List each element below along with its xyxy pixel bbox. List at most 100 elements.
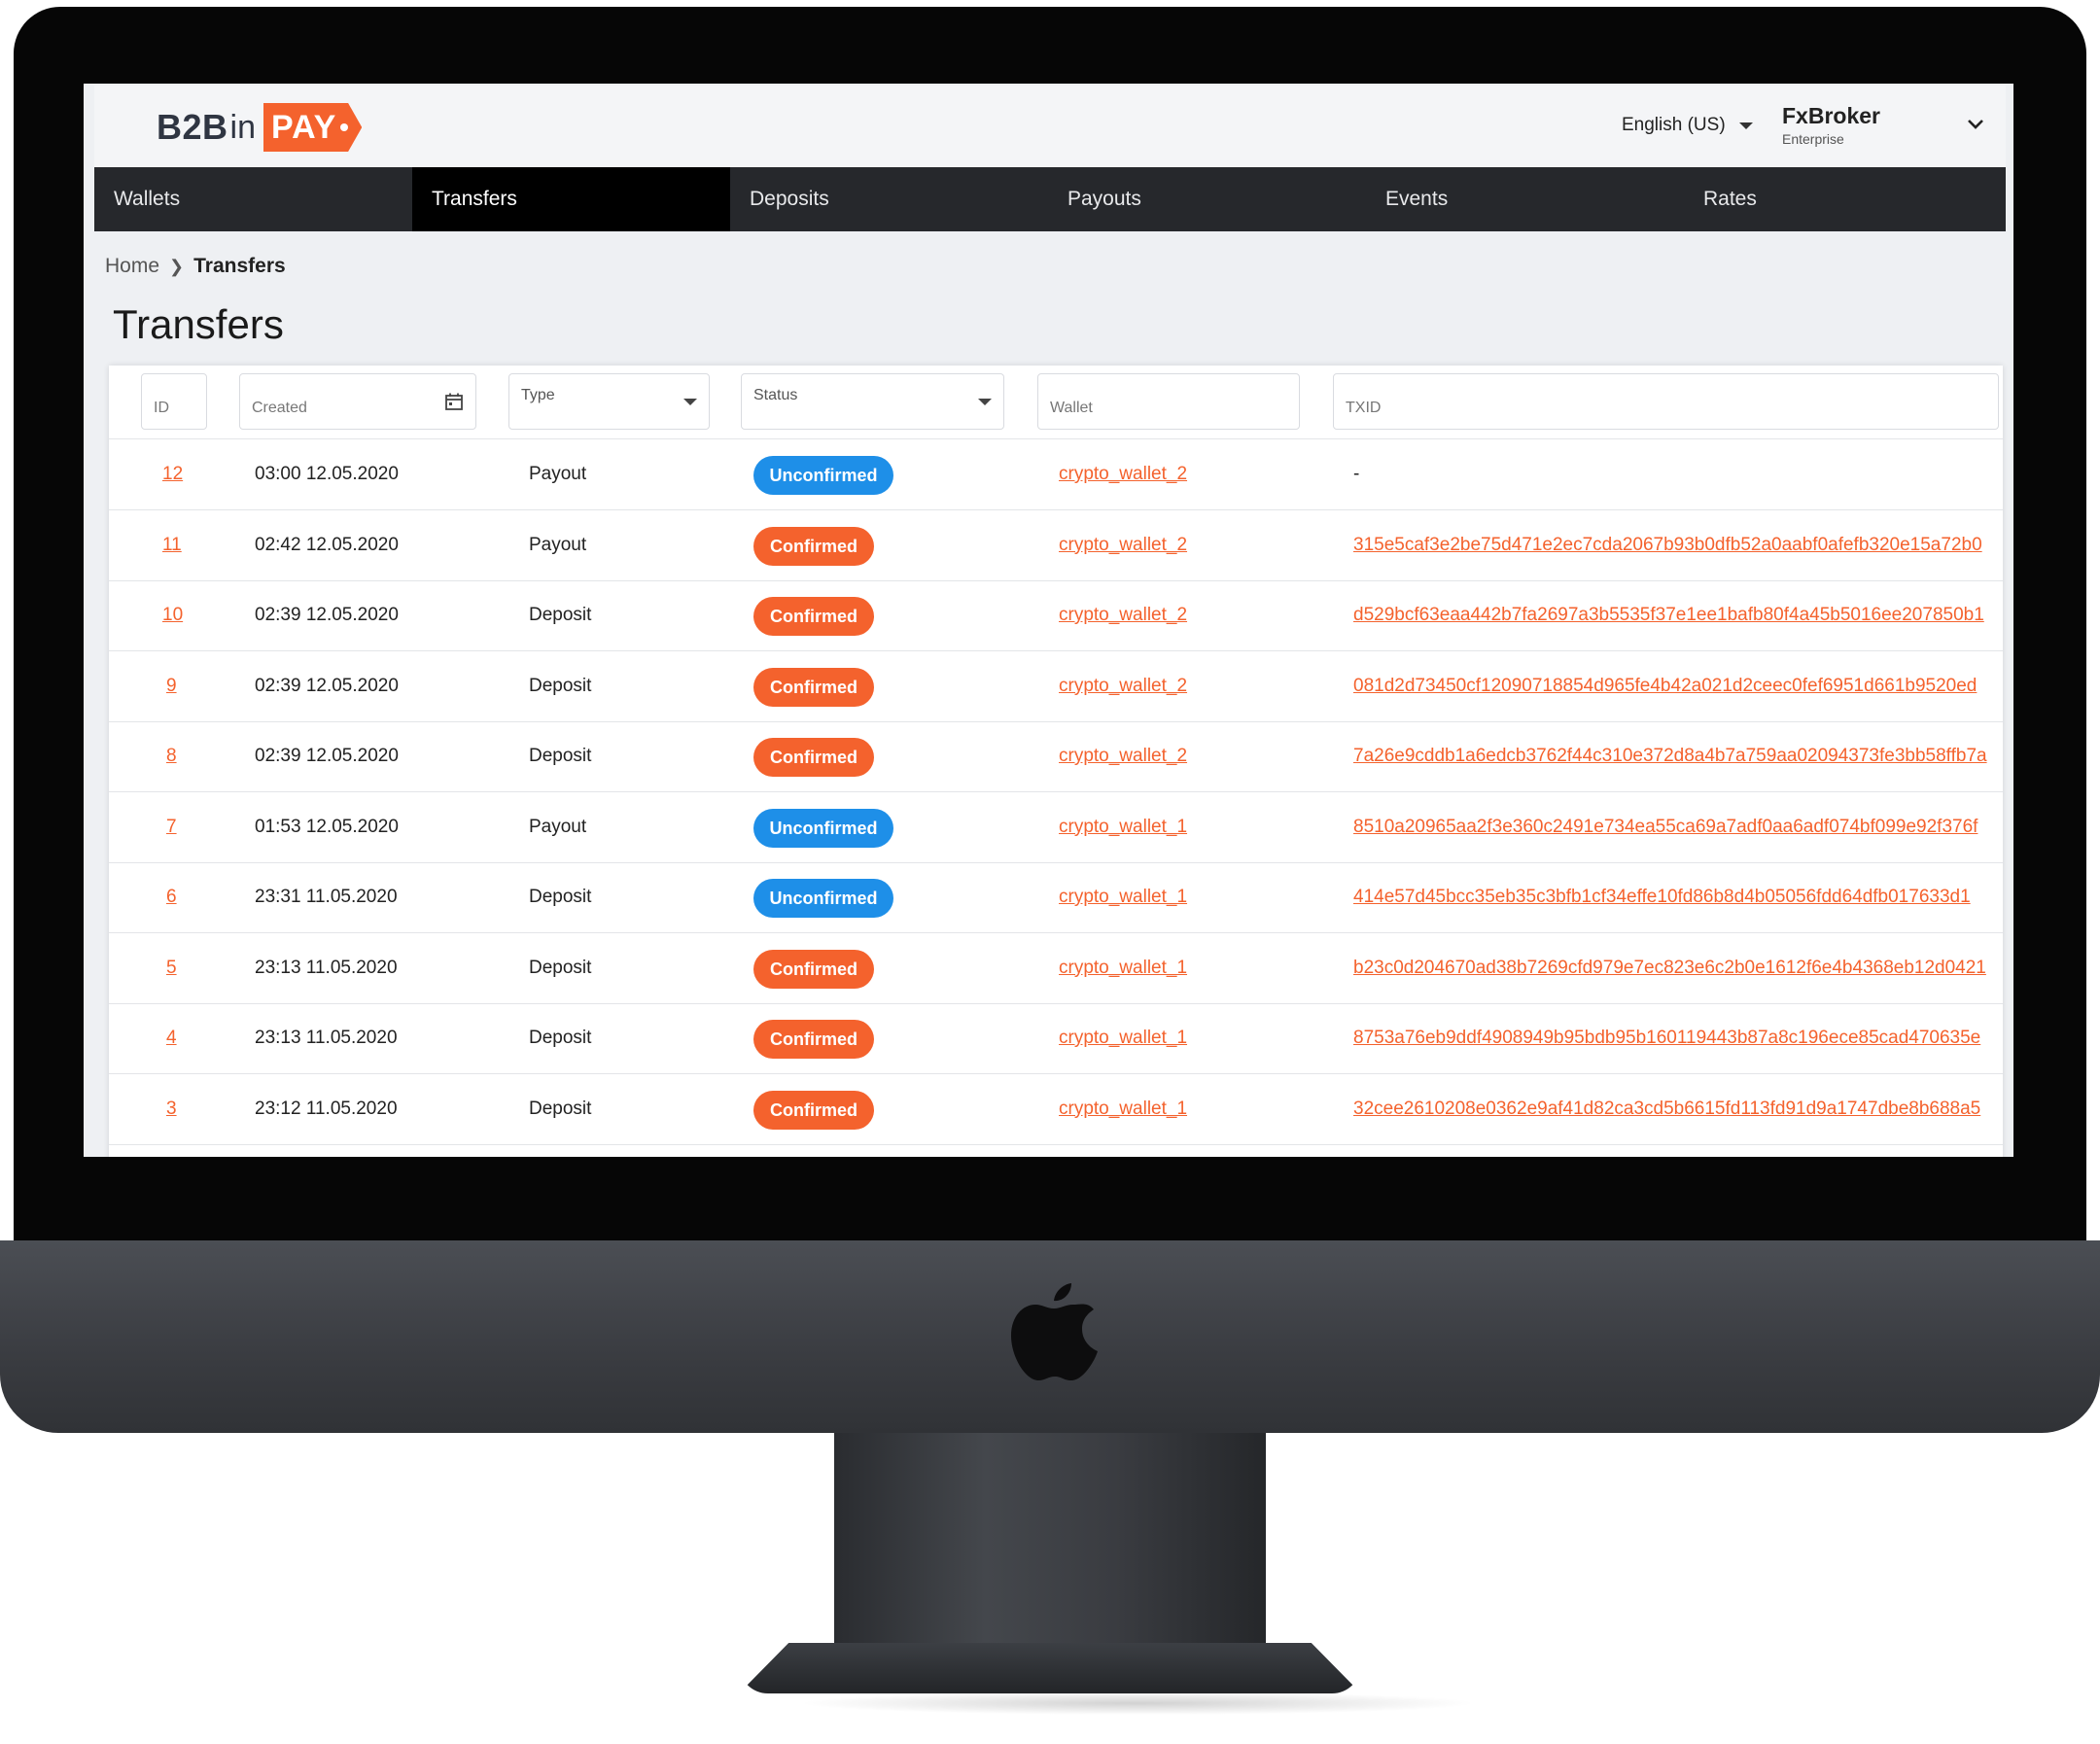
row-wallet-link[interactable]: crypto_wallet_1 bbox=[1059, 792, 1187, 862]
chevron-right-icon: ❯ bbox=[169, 256, 185, 276]
nav-payouts[interactable]: Payouts bbox=[1048, 167, 1366, 231]
status-badge: Confirmed bbox=[753, 949, 874, 989]
filter-status[interactable]: Status bbox=[741, 373, 1004, 430]
dropdown-arrow-icon bbox=[978, 398, 992, 405]
table-row: 5 23:13 11.05.2020 Deposit Confirmed crypto_… bbox=[109, 933, 2003, 1004]
row-txid[interactable]: 315e5caf3e2be75d471e2ec7cda2067b93b0dfb5… bbox=[1353, 510, 1991, 580]
nav-rates[interactable]: Rates bbox=[1684, 167, 2002, 231]
table-row: 12 03:00 12.05.2020 Payout Unconfirmed crypt… bbox=[109, 439, 2003, 510]
table-row: 8 02:39 12.05.2020 Deposit Confirmed crypto_… bbox=[109, 721, 2003, 792]
row-created: 23:13 11.05.2020 bbox=[255, 957, 398, 978]
row-txid[interactable]: d529bcf63eaa442b7fa2697a3b5535f37e1ee1ba… bbox=[1353, 580, 1991, 650]
row-created: 02:39 12.05.2020 bbox=[255, 746, 399, 766]
user-menu[interactable]: FxBroker Enterprise bbox=[1782, 103, 1880, 147]
transfers-table: ID Created Type Status Wallet TXID 12 03… bbox=[109, 366, 2003, 1157]
row-type: Deposit bbox=[529, 605, 592, 625]
breadcrumb-home[interactable]: Home bbox=[105, 255, 159, 278]
row-type: Payout bbox=[529, 816, 587, 837]
row-type: Payout bbox=[529, 464, 587, 484]
status-badge: Unconfirmed bbox=[753, 456, 893, 495]
apple-logo-icon bbox=[1011, 1283, 1098, 1380]
row-type: Deposit bbox=[529, 957, 592, 978]
row-id-link[interactable]: 7 bbox=[166, 792, 177, 862]
filter-id[interactable]: ID bbox=[141, 373, 207, 430]
row-wallet-link[interactable]: crypto_wallet_1 bbox=[1059, 1074, 1187, 1144]
status-badge: Unconfirmed bbox=[753, 808, 893, 848]
screen: B2B in PAY English (US) FxBroker Enterpr… bbox=[84, 84, 2013, 1157]
status-badge: Confirmed bbox=[753, 1090, 874, 1130]
filter-type-label: Type bbox=[521, 387, 555, 403]
user-role: Enterprise bbox=[1782, 131, 1844, 147]
table-row: 6 23:31 11.05.2020 Deposit Unconfirmed crypt… bbox=[109, 862, 2003, 933]
row-wallet-link[interactable]: crypto_wallet_1 bbox=[1059, 862, 1187, 932]
row-created: 23:12 11.05.2020 bbox=[255, 1098, 398, 1119]
row-id-link[interactable]: 5 bbox=[166, 933, 177, 1003]
row-id-link[interactable]: 12 bbox=[162, 439, 183, 509]
row-wallet-link[interactable]: crypto_wallet_2 bbox=[1059, 439, 1187, 509]
row-txid[interactable]: b23c0d204670ad38b7269cfd979e7ec823e6c2b0… bbox=[1353, 933, 1991, 1003]
caret-down-icon bbox=[1738, 122, 1753, 129]
main-nav: Wallets Transfers Deposits Payouts Event… bbox=[94, 167, 2006, 231]
breadcrumb: Home ❯ Transfers bbox=[105, 255, 286, 278]
nav-deposits[interactable]: Deposits bbox=[730, 167, 1048, 231]
row-wallet-link[interactable]: crypto_wallet_2 bbox=[1059, 510, 1187, 580]
row-txid[interactable]: 32cee2610208e0362e9af41d82ca3cd5b6615fd1… bbox=[1353, 1074, 1991, 1144]
row-wallet-link[interactable]: crypto_wallet_2 bbox=[1059, 721, 1187, 791]
page-title: Transfers bbox=[113, 301, 284, 347]
language-selector[interactable]: English (US) bbox=[1622, 115, 1753, 136]
status-badge: Unconfirmed bbox=[753, 879, 893, 918]
row-id-link[interactable]: 8 bbox=[166, 721, 177, 791]
row-id-link[interactable]: 9 bbox=[166, 651, 177, 721]
row-wallet-link[interactable]: crypto_wallet_2 bbox=[1059, 580, 1187, 650]
row-txid[interactable]: 414e57d45bcc35eb35c3bfb1cf34effe10fd86b8… bbox=[1353, 862, 1991, 932]
table-row: 9 02:39 12.05.2020 Deposit Confirmed crypto_… bbox=[109, 651, 2003, 722]
stand-shadow bbox=[797, 1692, 1478, 1715]
filter-status-label: Status bbox=[753, 387, 798, 403]
chevron-down-icon[interactable] bbox=[1965, 113, 1986, 134]
table-row: 7 01:53 12.05.2020 Payout Unconfirmed crypto… bbox=[109, 792, 2003, 863]
monitor-stand-neck bbox=[834, 1433, 1266, 1666]
row-id-link[interactable]: 10 bbox=[162, 580, 183, 650]
row-type: Deposit bbox=[529, 746, 592, 766]
filter-type[interactable]: Type bbox=[508, 373, 710, 430]
filter-created-placeholder: Created bbox=[252, 400, 307, 416]
row-id-link[interactable]: 4 bbox=[166, 1003, 177, 1073]
row-id-link[interactable]: 3 bbox=[166, 1074, 177, 1144]
logo-pay-text: PAY bbox=[271, 109, 337, 146]
row-wallet-link[interactable]: crypto_wallet_2 bbox=[1059, 651, 1187, 721]
filter-txid[interactable]: TXID bbox=[1333, 373, 1999, 430]
language-label: English (US) bbox=[1622, 115, 1726, 135]
nav-wallets[interactable]: Wallets bbox=[94, 167, 412, 231]
row-txid[interactable]: 7a26e9cddb1a6edcb3762f44c310e372d8a4b7a7… bbox=[1353, 721, 1991, 791]
filter-created[interactable]: Created bbox=[239, 373, 476, 430]
row-created: 23:13 11.05.2020 bbox=[255, 1028, 398, 1048]
row-created: 02:39 12.05.2020 bbox=[255, 605, 399, 625]
user-name: FxBroker bbox=[1782, 103, 1880, 128]
nav-events[interactable]: Events bbox=[1366, 167, 1684, 231]
row-type: Deposit bbox=[529, 1028, 592, 1048]
b2binpay-logo[interactable]: B2B in PAY bbox=[157, 103, 363, 152]
nav-transfers[interactable]: Transfers bbox=[412, 167, 730, 231]
row-id-link[interactable]: 6 bbox=[166, 862, 177, 932]
row-created: 03:00 12.05.2020 bbox=[255, 464, 399, 484]
calendar-icon[interactable] bbox=[444, 392, 464, 411]
status-badge: Confirmed bbox=[753, 526, 874, 566]
row-txid[interactable]: 081d2d73450cf12090718854d965fe4b42a021d2… bbox=[1353, 651, 1991, 721]
table-row: 4 23:13 11.05.2020 Deposit Confirmed crypto_… bbox=[109, 1003, 2003, 1074]
filter-wallet-placeholder: Wallet bbox=[1050, 400, 1093, 416]
row-txid[interactable]: 8753a76eb9ddf4908949b95bdb95b160119443b8… bbox=[1353, 1003, 1991, 1073]
top-bar: B2B in PAY English (US) FxBroker Enterpr… bbox=[94, 86, 2006, 168]
row-type: Deposit bbox=[529, 887, 592, 907]
row-wallet-link[interactable]: crypto_wallet_1 bbox=[1059, 933, 1187, 1003]
row-txid[interactable]: 8510a20965aa2f3e360c2491e734ea55ca69a7ad… bbox=[1353, 792, 1991, 862]
row-created: 01:53 12.05.2020 bbox=[255, 816, 399, 837]
status-badge: Confirmed bbox=[753, 738, 874, 777]
filter-wallet[interactable]: Wallet bbox=[1037, 373, 1300, 430]
row-type: Deposit bbox=[529, 675, 592, 696]
dropdown-arrow-icon bbox=[683, 398, 697, 405]
logo-pay-tag: PAY bbox=[263, 103, 363, 152]
row-wallet-link[interactable]: crypto_wallet_1 bbox=[1059, 1003, 1187, 1073]
logo-b2b-text: B2B bbox=[157, 107, 228, 147]
status-badge: Confirmed bbox=[753, 667, 874, 707]
row-id-link[interactable]: 11 bbox=[162, 510, 182, 580]
